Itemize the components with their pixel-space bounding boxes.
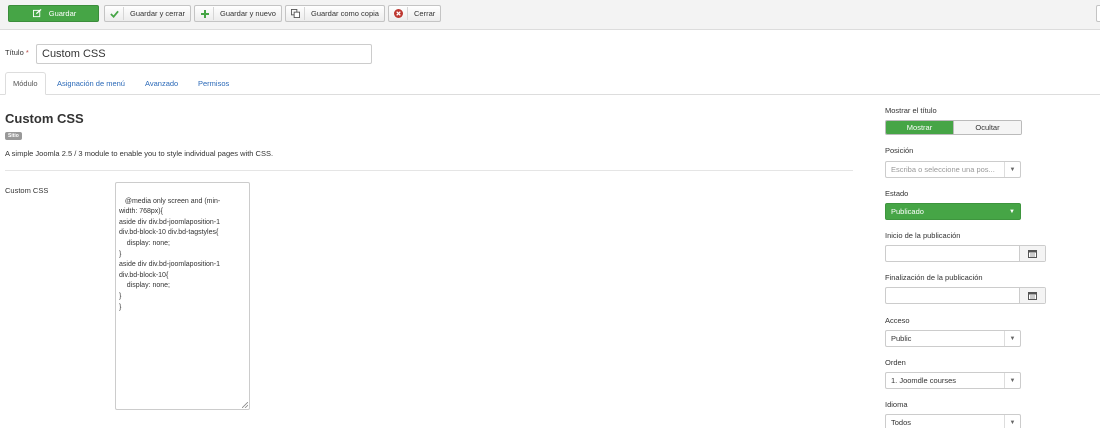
publish-start-label: Inicio de la publicación [885,231,961,240]
chevron-down-icon: ▼ [1004,162,1020,177]
position-placeholder: Escriba o seleccione una pos... [891,165,995,174]
save-and-new-button[interactable]: Guardar y nuevo [194,5,282,22]
access-label: Acceso [885,316,910,325]
title-input[interactable]: Custom CSS [36,44,372,64]
publish-end-input[interactable] [885,287,1046,304]
title-label: Título * [5,48,29,57]
chevron-down-icon: ▼ [1009,208,1015,215]
site-badge: Sitio [5,132,22,140]
publish-start-input[interactable] [885,245,1046,262]
title-input-value: Custom CSS [42,48,106,60]
show-option[interactable]: Mostrar [886,121,953,134]
required-marker: * [25,48,29,57]
resize-handle-icon[interactable] [242,402,248,408]
save-button[interactable]: Guardar [8,5,99,22]
module-description: A simple Joomla 2.5 / 3 module to enable… [5,149,274,158]
access-select[interactable]: Public ▼ [885,330,1021,347]
chevron-down-icon: ▼ [1004,373,1020,388]
show-title-label: Mostrar el título [885,106,937,115]
language-value: Todos [891,418,912,427]
access-value: Public [891,334,912,343]
calendar-icon[interactable] [1019,246,1045,261]
save-and-close-button[interactable]: Guardar y cerrar [104,5,192,22]
save-as-copy-label: Guardar como copia [311,9,379,18]
help-button[interactable] [1096,5,1100,22]
save-label: Guardar [48,9,77,18]
cancel-icon [394,7,408,20]
tab-menu-assignment[interactable]: Asignación de menú [50,72,132,95]
module-title: Custom CSS [5,111,84,126]
show-title-toggle: Mostrar Ocultar [885,120,1022,135]
status-label: Estado [885,189,909,198]
custom-css-value: @media only screen and (min- width: 768p… [119,197,221,311]
order-label: Orden [885,358,906,367]
order-value: 1. Joomdle courses [891,376,957,385]
custom-css-textarea[interactable]: @media only screen and (min- width: 768p… [115,182,250,410]
hide-option[interactable]: Ocultar [953,121,1021,134]
tab-module[interactable]: Módulo [5,72,46,95]
calendar-icon[interactable] [1019,288,1045,303]
status-select[interactable]: Publicado ▼ [885,203,1021,220]
title-label-text: Título [5,48,24,57]
position-select[interactable]: Escriba o seleccione una pos... ▼ [885,161,1021,178]
custom-css-label: Custom CSS [5,186,49,195]
save-and-new-label: Guardar y nuevo [220,9,276,18]
close-label: Cerrar [414,9,436,18]
edit-icon [31,7,45,20]
order-select[interactable]: 1. Joomdle courses ▼ [885,372,1021,389]
status-value: Publicado [891,207,924,216]
copy-icon [291,7,305,20]
language-select[interactable]: Todos ▼ [885,414,1021,428]
tab-advanced[interactable]: Avanzado [138,72,185,95]
tab-permissions[interactable]: Permisos [191,72,236,95]
chevron-down-icon: ▼ [1004,415,1020,428]
language-label: Idioma [885,400,908,409]
divider [5,170,853,171]
check-icon [110,7,124,20]
save-and-close-label: Guardar y cerrar [130,9,186,18]
close-button[interactable]: Cerrar [388,5,442,22]
publish-end-label: Finalización de la publicación [885,273,983,282]
position-label: Posición [885,146,914,155]
plus-icon [200,7,214,20]
toolbar: Guardar Guardar y cerrar Guardar y nuevo… [0,0,1100,30]
save-as-copy-button[interactable]: Guardar como copia [285,5,385,22]
chevron-down-icon: ▼ [1004,331,1020,346]
